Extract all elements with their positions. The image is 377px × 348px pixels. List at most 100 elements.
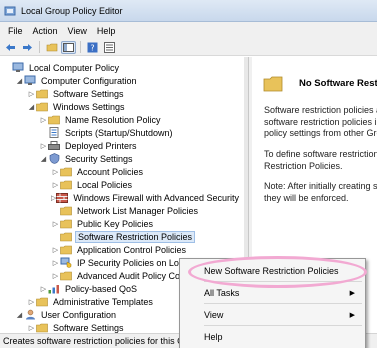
- title-bar: Local Group Policy Editor: [0, 0, 377, 22]
- group-policy-app-icon: [4, 6, 16, 15]
- tree-node-label: Administrative Templates: [53, 296, 153, 307]
- tree-node[interactable]: ▷ Application Control Policies: [0, 243, 238, 256]
- tree-node[interactable]: Network List Manager Policies: [0, 204, 238, 217]
- details-text-line: they will be enforced.: [264, 192, 349, 203]
- tree-node[interactable]: ▷ Deployed Printers: [0, 139, 238, 152]
- folder-icon: [36, 296, 48, 307]
- expand-arrow-icon[interactable]: ▷: [51, 181, 60, 189]
- tree-node[interactable]: Local Computer Policy: [0, 61, 238, 74]
- tree-node-label: Windows Settings: [53, 101, 125, 112]
- computer-icon: [24, 75, 36, 86]
- menu-view[interactable]: View: [63, 26, 92, 36]
- toolbar-separator: [39, 41, 40, 53]
- tree-node-label: Scripts (Startup/Shutdown): [65, 127, 173, 138]
- folder-icon: [60, 218, 72, 229]
- show-hide-tree-icon[interactable]: [61, 40, 76, 54]
- details-text-line: To define software restriction: [264, 149, 377, 159]
- menu-bar: File Action View Help: [0, 22, 377, 39]
- computer-icon: [12, 62, 24, 73]
- tree-node[interactable]: ◢ Computer Configuration: [0, 74, 238, 87]
- folder-icon: [60, 244, 72, 255]
- toolbar: ?: [0, 39, 377, 56]
- qos-chart-icon: [48, 283, 60, 294]
- expand-arrow-icon[interactable]: ▷: [51, 259, 60, 267]
- submenu-arrow-icon: ▶: [349, 290, 355, 297]
- collapse-arrow-icon[interactable]: ◢: [39, 155, 48, 163]
- tree-node[interactable]: ▷ Public Key Policies: [0, 217, 238, 230]
- svg-text:?: ?: [90, 43, 94, 52]
- folder-icon: [60, 205, 72, 216]
- tree-node-label: Policy-based QoS: [65, 283, 138, 294]
- expand-arrow-icon[interactable]: ▷: [51, 220, 60, 228]
- folder-icon: [60, 270, 72, 281]
- menu-file[interactable]: File: [3, 26, 28, 36]
- tree-node[interactable]: Software Restriction Policies: [0, 230, 238, 243]
- back-icon[interactable]: [3, 41, 18, 54]
- collapse-arrow-icon[interactable]: ◢: [15, 311, 24, 319]
- folder-icon: [36, 88, 48, 99]
- tree-node-label: Windows Firewall with Advanced Security: [73, 192, 239, 203]
- expand-arrow-icon[interactable]: ▷: [51, 272, 60, 280]
- ip-security-icon: [60, 257, 72, 268]
- expand-arrow-icon[interactable]: ▷: [39, 116, 48, 124]
- folder-icon: [36, 101, 48, 112]
- expand-arrow-icon[interactable]: ▷: [27, 298, 36, 306]
- collapse-arrow-icon[interactable]: ◢: [15, 77, 24, 85]
- folder-icon: [36, 322, 48, 333]
- details-text-line: Restriction Policies.: [264, 160, 343, 171]
- tree-node-label: Software Settings: [53, 322, 124, 333]
- menu-item-view[interactable]: View ▶: [182, 306, 363, 324]
- menu-separator: [204, 303, 362, 304]
- details-text-line: policy settings from other Grou: [264, 128, 377, 138]
- expand-arrow-icon[interactable]: ▷: [27, 90, 36, 98]
- expand-arrow-icon[interactable]: ▷: [51, 168, 60, 176]
- menu-separator: [204, 325, 362, 326]
- up-folder-icon[interactable]: [44, 41, 59, 54]
- tree-node-label: Computer Configuration: [41, 75, 137, 86]
- submenu-arrow-icon: ▶: [349, 312, 355, 319]
- menu-item-help[interactable]: Help: [182, 328, 363, 346]
- details-text-line: Note: After initially creating so: [264, 181, 377, 191]
- expand-arrow-icon[interactable]: ▷: [51, 246, 60, 254]
- tree-node-label: Software Settings: [53, 88, 124, 99]
- menu-help[interactable]: Help: [92, 26, 121, 36]
- tree-node-label: Application Control Policies: [77, 244, 187, 255]
- forward-icon[interactable]: [20, 41, 35, 54]
- tree-node-label: Public Key Policies: [77, 218, 154, 229]
- tree-node-label: Network List Manager Policies: [77, 205, 199, 216]
- expand-arrow-icon[interactable]: ▷: [39, 142, 48, 150]
- tree-node-label: Security Settings: [65, 153, 133, 164]
- tree-node-label: Local Policies: [77, 179, 133, 190]
- folder-icon: [60, 166, 72, 177]
- tree-node[interactable]: ◢ Security Settings: [0, 152, 238, 165]
- tree-node[interactable]: ▷ Account Policies: [0, 165, 238, 178]
- firewall-icon: [56, 192, 69, 203]
- tree-node-label: IP Security Policies on Local: [77, 257, 191, 268]
- tree-node-label: Account Policies: [77, 166, 144, 177]
- tree-node-label: User Configuration: [41, 309, 117, 320]
- tree-node-label: Software Restriction Policies: [75, 230, 196, 243]
- window-title: Local Group Policy Editor: [21, 5, 123, 16]
- tree-node[interactable]: ▷ Local Policies: [0, 178, 238, 191]
- script-icon: [48, 127, 60, 138]
- collapse-arrow-icon[interactable]: ◢: [27, 103, 36, 111]
- tree-node-label: Local Computer Policy: [29, 62, 120, 73]
- expand-arrow-icon[interactable]: ▷: [27, 324, 36, 332]
- menu-item-label: All Tasks: [204, 288, 240, 298]
- details-text-line: Software restriction policies ar: [264, 105, 377, 115]
- expand-arrow-icon[interactable]: ▷: [39, 285, 48, 293]
- help-icon[interactable]: ?: [85, 41, 100, 54]
- properties-icon[interactable]: [102, 41, 117, 54]
- menu-action[interactable]: Action: [28, 26, 63, 36]
- tree-node[interactable]: ▷ Name Resolution Policy: [0, 113, 238, 126]
- printer-icon: [48, 140, 60, 151]
- tree-node[interactable]: ▷ Windows Firewall with Advanced Security: [0, 191, 239, 204]
- folder-icon: [60, 231, 72, 242]
- tree-node[interactable]: ◢ Windows Settings: [0, 100, 238, 113]
- details-text-line: software restriction policies in: [264, 116, 377, 127]
- highlight-ring: [188, 256, 367, 288]
- details-heading: No Software Restriction: [299, 78, 377, 89]
- shield-icon: [48, 153, 60, 164]
- tree-node[interactable]: ▷ Software Settings: [0, 87, 238, 100]
- tree-node[interactable]: Scripts (Startup/Shutdown): [0, 126, 238, 139]
